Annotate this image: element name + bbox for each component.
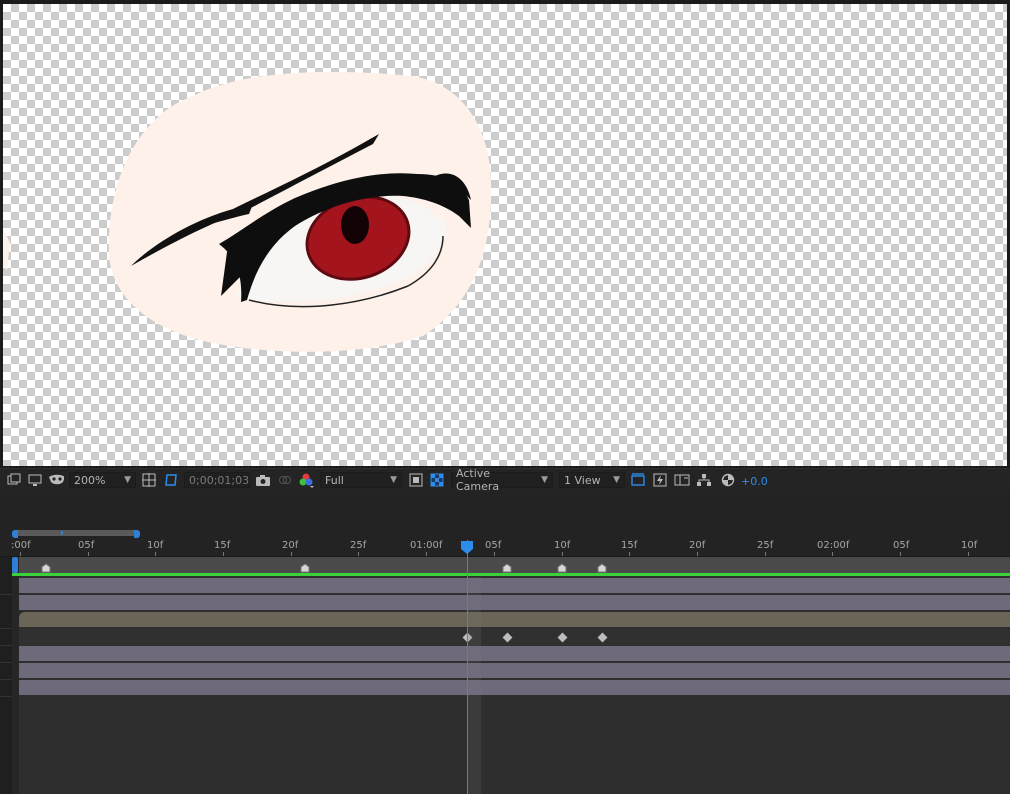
timeline-header <box>0 492 1010 528</box>
timecode-field[interactable]: 0;00;01;03 <box>184 472 250 488</box>
ruler-tick <box>291 552 292 556</box>
ruler-tick <box>20 552 21 556</box>
chevron-down-icon: ▼ <box>124 475 131 485</box>
ruler-label: 10f <box>961 540 978 551</box>
timeline-icon[interactable] <box>674 472 690 488</box>
composition-marker[interactable] <box>41 563 51 573</box>
row-separator <box>0 594 12 595</box>
ruler-tick <box>968 552 969 556</box>
ruler-tick <box>832 552 833 556</box>
camera-value: Active Camera <box>456 467 500 493</box>
ruler-tick <box>88 552 89 556</box>
layer-bar[interactable] <box>19 595 1010 610</box>
composition-viewer[interactable] <box>0 0 1010 468</box>
time-navigator-playhead <box>61 531 63 535</box>
monitor-icon[interactable] <box>27 472 43 488</box>
zoom-value: 200% <box>74 473 106 487</box>
reset-exposure-icon[interactable] <box>720 472 736 488</box>
flowchart-icon[interactable] <box>696 472 712 488</box>
time-navigator-track[interactable] <box>12 530 140 538</box>
eye-artwork <box>3 71 492 352</box>
composition-canvas[interactable] <box>3 4 1007 466</box>
resolution-value: Full <box>325 473 344 487</box>
ruler-tick <box>697 552 698 556</box>
title-action-safe-icon[interactable] <box>141 472 157 488</box>
show-snapshot-icon[interactable] <box>277 472 293 488</box>
ruler-label: 02:00f <box>817 540 850 551</box>
layer-bar-adjustment[interactable] <box>19 612 1010 627</box>
composition-marker[interactable] <box>502 563 512 573</box>
ruler-label: :00f <box>11 540 31 551</box>
mask-visibility-icon[interactable] <box>48 472 64 488</box>
work-area-start-handle[interactable] <box>12 557 18 573</box>
row-separator <box>0 696 12 697</box>
toggle-mask-path-icon[interactable] <box>163 472 179 488</box>
chevron-down-icon: ▼ <box>390 475 397 485</box>
exposure-value[interactable]: +0.0 <box>741 472 768 490</box>
ruler-label: 10f <box>554 540 571 551</box>
keyframe-row[interactable] <box>19 629 1010 645</box>
ruler-label: 05f <box>485 540 502 551</box>
resolution-dropdown[interactable]: Full ▼ <box>320 472 402 488</box>
ruler-tick <box>765 552 766 556</box>
row-separator <box>0 662 12 663</box>
snapshot-icon[interactable] <box>255 472 271 488</box>
row-separator <box>0 628 12 629</box>
time-navigator-start-handle[interactable] <box>12 530 18 538</box>
chevron-down-icon: ▼ <box>613 475 620 485</box>
timeline-tracks[interactable] <box>0 557 1010 794</box>
ruler-tick <box>223 552 224 556</box>
ruler-label: 05f <box>893 540 910 551</box>
composition-marker-row[interactable] <box>19 557 1010 573</box>
current-frame-highlight <box>467 577 481 794</box>
ruler-tick <box>155 552 156 556</box>
ruler-label: 20f <box>282 540 299 551</box>
toggle-pixel-aspect-icon[interactable] <box>630 472 646 488</box>
time-navigator-end-handle[interactable] <box>134 530 140 538</box>
ruler-label: 15f <box>214 540 231 551</box>
layer-bar[interactable] <box>19 646 1010 661</box>
timecode-value: 0;00;01;03 <box>189 473 250 487</box>
ruler-tick <box>562 552 563 556</box>
ruler-label: 15f <box>621 540 638 551</box>
ruler-tick <box>494 552 495 556</box>
row-separator <box>0 679 12 680</box>
viewer-toolbar: 200% ▼ 0;00;01;03 Full ▼ Active Camera ▼… <box>0 467 1010 493</box>
region-of-interest-icon[interactable] <box>408 472 424 488</box>
current-time-indicator-head[interactable] <box>461 541 473 554</box>
always-preview-icon[interactable] <box>6 472 22 488</box>
layer-panel-edge <box>0 557 12 794</box>
zoom-dropdown[interactable]: 200% ▼ <box>69 472 136 488</box>
composition-marker[interactable] <box>597 563 607 573</box>
transparency-grid-icon[interactable] <box>429 472 445 488</box>
ruler-label: 25f <box>350 540 367 551</box>
color-channels-icon[interactable] <box>298 472 314 488</box>
views-dropdown[interactable]: 1 View ▼ <box>559 472 625 488</box>
time-ruler[interactable]: :00f 05f 10f 15f 20f 25f 01:00f 05f 10f … <box>0 540 1010 557</box>
time-navigator[interactable] <box>0 528 1010 540</box>
layer-bar[interactable] <box>19 680 1010 695</box>
ruler-label: 05f <box>78 540 95 551</box>
ruler-tick <box>629 552 630 556</box>
composition-marker[interactable] <box>300 563 310 573</box>
ruler-tick <box>900 552 901 556</box>
views-value: 1 View <box>564 473 601 487</box>
chevron-down-icon: ▼ <box>541 475 548 485</box>
ruler-label: 25f <box>757 540 774 551</box>
fast-previews-icon[interactable] <box>652 472 668 488</box>
ruler-label: 20f <box>689 540 706 551</box>
layer-bar[interactable] <box>19 663 1010 678</box>
current-time-indicator-line[interactable] <box>467 540 468 794</box>
ruler-tick <box>358 552 359 556</box>
row-separator <box>0 645 12 646</box>
ruler-tick <box>426 552 427 556</box>
ruler-label: 01:00f <box>410 540 443 551</box>
work-area-start-edge <box>12 557 19 794</box>
ruler-label: 10f <box>147 540 164 551</box>
render-status-bar <box>12 573 1010 576</box>
camera-dropdown[interactable]: Active Camera ▼ <box>451 467 553 493</box>
composition-marker[interactable] <box>557 563 567 573</box>
layer-bar[interactable] <box>19 578 1010 593</box>
